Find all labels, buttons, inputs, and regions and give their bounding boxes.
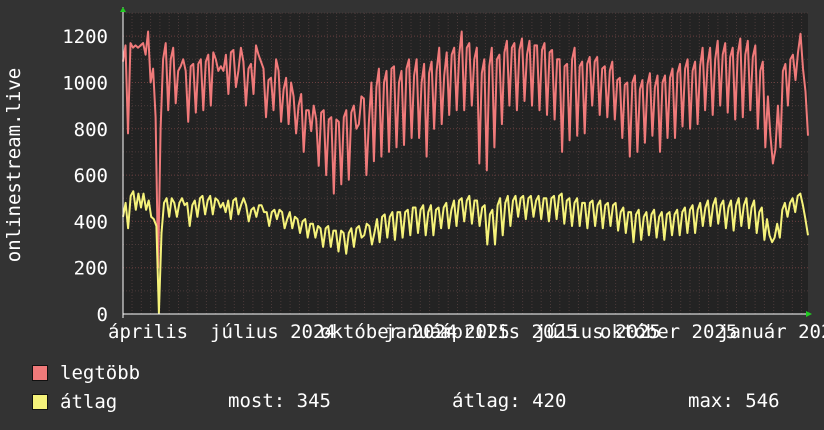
line-chart: 0 200 400 600 800 1000 1200 onlinestream.live áp… [3, 7, 824, 343]
chart-root: 0 200 400 600 800 1000 1200 onlinestream.live áp… [0, 0, 824, 430]
y-axis-label: onlinestream.live [3, 68, 25, 262]
y-tick-label: 800 [74, 119, 108, 141]
stat-current: most: 345 [228, 390, 331, 412]
legend-item-atlag: átlag [32, 391, 117, 413]
y-tick-label: 200 [74, 258, 108, 280]
y-tick-label: 600 [74, 165, 108, 187]
x-tick-label: április [108, 321, 188, 343]
x-tick-label: október 2025 [600, 321, 737, 343]
x-axis-arrow [806, 311, 812, 317]
legend-swatch-legtobb [32, 365, 48, 381]
legend-item-legtobb: legtöbb [32, 362, 140, 384]
legend-label-atlag: átlag [60, 391, 118, 413]
stat-max: max: 546 [688, 390, 780, 412]
y-tick-label: 1000 [62, 72, 108, 94]
y-tick-label: 0 [97, 304, 108, 326]
y-axis-arrow [120, 7, 126, 12]
y-tick-label: 1200 [62, 26, 108, 48]
x-tick-label: július 2024 [210, 321, 336, 343]
x-tick-label: január 2026 [718, 321, 824, 343]
stat-average: átlag: 420 [452, 390, 567, 412]
legend-label-legtobb: legtöbb [60, 362, 141, 384]
legend-swatch-atlag [32, 394, 48, 410]
y-tick-label: 400 [74, 211, 108, 233]
